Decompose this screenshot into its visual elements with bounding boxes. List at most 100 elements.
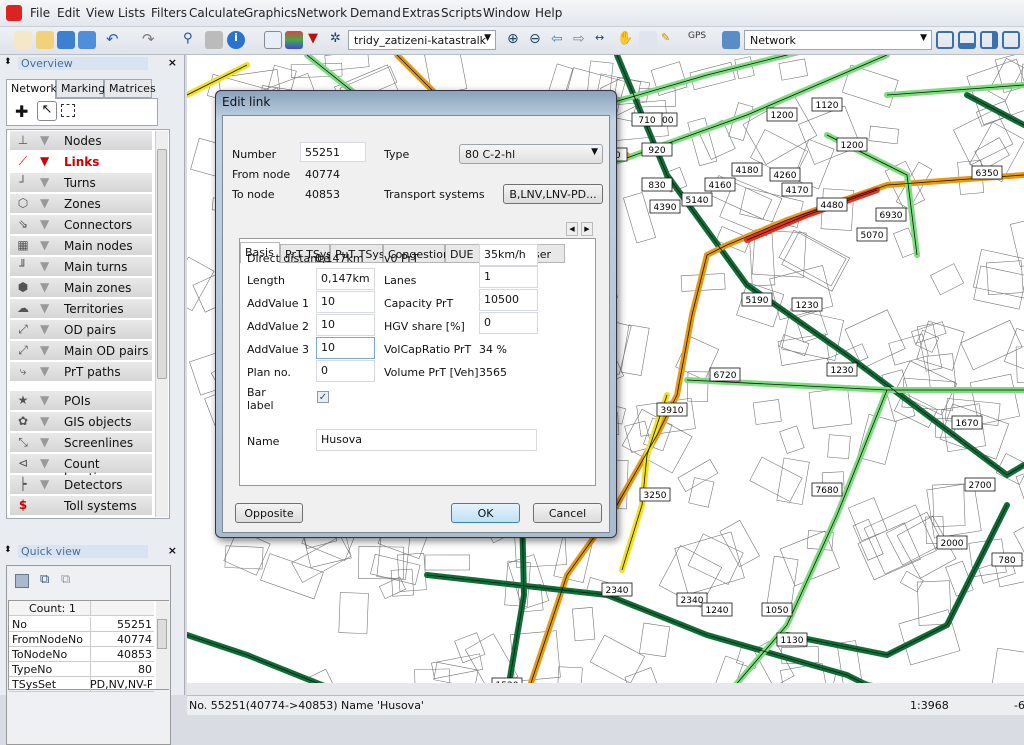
capacity-prt-field[interactable]: 10500: [479, 289, 538, 311]
overview-item-main-turns[interactable]: ╜ ▼ Main turns: [10, 257, 152, 277]
menu-edit[interactable]: Edit: [57, 6, 80, 20]
find-icon[interactable]: ⚲: [183, 31, 201, 49]
redo-icon[interactable]: ↷: [142, 30, 160, 48]
addvalue-1-field[interactable]: 10: [316, 291, 375, 313]
menu-window[interactable]: Window: [483, 6, 530, 20]
zoom-window-icon[interactable]: [639, 31, 657, 49]
quickview-row[interactable]: TSysSet PD,NV,NV-PD: [9, 677, 154, 692]
addvalue-3-field[interactable]: 10: [316, 337, 375, 359]
tab-marking[interactable]: Marking: [56, 79, 105, 98]
zoom-in-icon[interactable]: ⊕: [507, 31, 525, 49]
drag-handle-icon[interactable]: ⬍: [4, 57, 12, 67]
overview-item-gis-objects[interactable]: ✿ ▼ GIS objects: [10, 412, 152, 432]
forward-icon[interactable]: ⇨: [573, 31, 591, 49]
select-rect-icon[interactable]: [61, 104, 75, 117]
number-field[interactable]: 55251: [300, 142, 366, 162]
v0-prt-field[interactable]: 35km/h: [479, 244, 538, 266]
menu-extras[interactable]: Extras: [402, 6, 440, 20]
overview-item-od-pairs[interactable]: ⤢ ▼ OD pairs: [10, 320, 152, 340]
arrange-icon[interactable]: [1002, 31, 1020, 49]
filter-icon[interactable]: ▼: [40, 435, 49, 449]
overview-item-turns[interactable]: ┘ ▼ Turns: [10, 173, 152, 193]
overview-item-count-locations[interactable]: ⊲▼Count locations: [10, 454, 152, 485]
tab-scroll-left-icon[interactable]: ◀: [566, 222, 578, 236]
tile-horizontal-icon[interactable]: [958, 31, 976, 49]
list-icon[interactable]: [264, 31, 282, 49]
filter-icon[interactable]: ▼: [40, 238, 49, 252]
filter-icon[interactable]: ▼: [40, 196, 49, 210]
name-field[interactable]: Husova: [316, 429, 537, 451]
overview-item-detectors[interactable]: ┝ ▼ Detectors: [10, 475, 152, 495]
add-icon[interactable]: ✚: [15, 102, 28, 121]
paste-icon[interactable]: ⧉: [61, 572, 70, 587]
menu-view[interactable]: View: [86, 6, 114, 20]
overview-item-toll-systems[interactable]: $ Toll systems: [10, 496, 152, 516]
link-bar[interactable]: [424, 572, 890, 695]
filter-icon[interactable]: ▼: [40, 259, 49, 273]
close-icon[interactable]: ×: [168, 56, 177, 69]
filter-icon[interactable]: ▼: [40, 175, 49, 189]
opposite-button[interactable]: Opposite: [235, 503, 303, 523]
menu-lists[interactable]: Lists: [118, 6, 145, 20]
lanes-field[interactable]: 1: [479, 266, 538, 288]
pan-hand-icon[interactable]: ✋: [617, 31, 635, 49]
save-icon[interactable]: [57, 31, 75, 49]
layers-icon[interactable]: [285, 31, 303, 49]
tab-network[interactable]: Network: [6, 79, 57, 99]
hgv-share--field[interactable]: 0: [479, 312, 538, 334]
scroll-thumb[interactable]: [157, 619, 167, 649]
filter-icon[interactable]: ▼: [40, 414, 49, 428]
open-icon[interactable]: [36, 31, 54, 49]
filter-icon[interactable]: ▼: [40, 133, 49, 147]
new-icon[interactable]: [14, 31, 32, 49]
filter-icon[interactable]: ▼: [40, 456, 49, 470]
save-all-icon[interactable]: [78, 31, 96, 49]
zoom-out-icon[interactable]: ⊖: [529, 31, 547, 49]
tile-vertical-icon[interactable]: [980, 31, 998, 49]
ok-button[interactable]: OK: [451, 503, 520, 523]
copy-icon[interactable]: ⧉: [40, 572, 49, 587]
back-icon[interactable]: ⇦: [551, 31, 569, 49]
overview-item-territories[interactable]: ☁ ▼ Territories: [10, 299, 152, 319]
cancel-button[interactable]: Cancel: [533, 503, 602, 523]
menu-calculate[interactable]: Calculate: [189, 6, 245, 20]
quickview-row[interactable]: TypeNo 80: [9, 662, 154, 677]
view-combo[interactable]: Network ▼: [744, 30, 932, 50]
menu-graphics[interactable]: Graphics: [244, 6, 297, 20]
overview-item-pois[interactable]: ★ ▼ POIs: [10, 391, 152, 411]
undo-icon[interactable]: ↶: [106, 30, 124, 48]
overview-item-links[interactable]: ⟋ ▼ Links: [10, 152, 152, 172]
menu-scripts[interactable]: Scripts: [441, 6, 482, 20]
info-icon[interactable]: i: [227, 31, 245, 49]
menu-network[interactable]: Network: [297, 6, 347, 20]
filter-icon[interactable]: ▼: [40, 364, 49, 378]
map-horizontal-scrollbar[interactable]: [187, 683, 1024, 695]
bar-label-checkbox[interactable]: ✓: [317, 391, 329, 403]
edit-icon[interactable]: ✎: [661, 31, 679, 49]
length-field[interactable]: 0,147km: [316, 268, 375, 290]
addvalue-2-field[interactable]: 10: [316, 314, 375, 336]
overview-item-main-od-pairs[interactable]: ⤢ ▼ Main OD pairs: [10, 341, 152, 361]
transport-systems-button[interactable]: B,LNV,LNV-PD...: [503, 184, 603, 204]
filter-icon[interactable]: ▼: [40, 280, 49, 294]
overview-item-nodes[interactable]: ⊥ ▼ Nodes: [10, 131, 152, 151]
tab-scroll-right-icon[interactable]: ▶: [581, 222, 593, 236]
filter-icon[interactable]: ▼: [40, 393, 49, 407]
filter-icon[interactable]: ▼: [40, 322, 49, 336]
overview-item-main-zones[interactable]: ⬢ ▼ Main zones: [10, 278, 152, 298]
menu-filters[interactable]: Filters: [151, 6, 187, 20]
filter-select-icon[interactable]: ▼: [308, 31, 326, 49]
filter-icon[interactable]: ▼: [40, 154, 49, 168]
filter-icon[interactable]: ▼: [40, 217, 49, 231]
overview-item-zones[interactable]: ⬡ ▼ Zones: [10, 194, 152, 214]
close-icon[interactable]: ×: [168, 544, 177, 557]
tab-matrices[interactable]: Matrices: [104, 79, 156, 98]
plan-no--field[interactable]: 0: [316, 360, 375, 382]
filter-combo[interactable]: tridy_zatizeni-katastralk ▼: [348, 30, 496, 50]
menu-help[interactable]: Help: [535, 6, 562, 20]
gps-icon[interactable]: GPS: [688, 31, 706, 49]
print-icon[interactable]: [205, 31, 223, 49]
edit-attributes-icon[interactable]: [15, 574, 29, 588]
graphic-params-icon[interactable]: [722, 31, 740, 49]
fit-width-icon[interactable]: ↔: [595, 31, 613, 49]
